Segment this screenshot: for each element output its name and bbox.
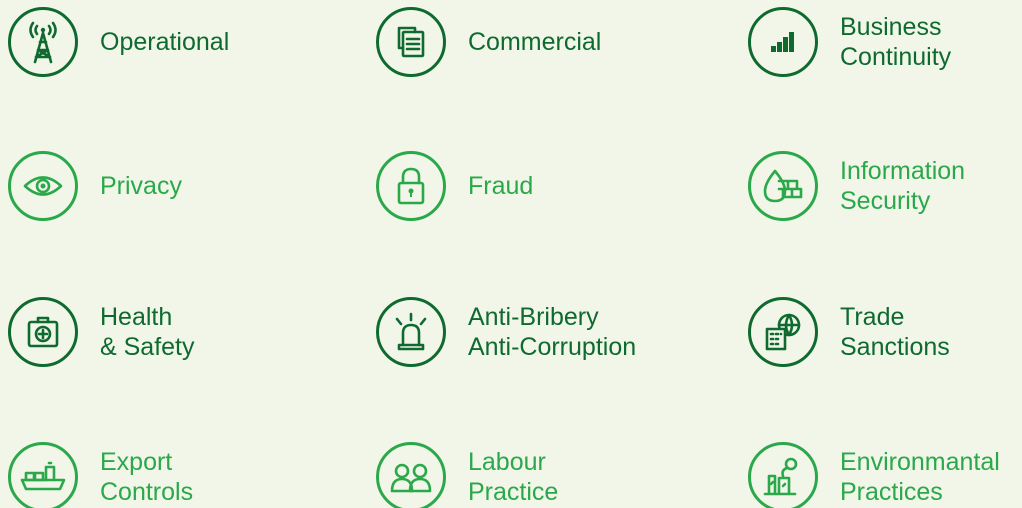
firewall-icon [748,151,818,221]
padlock-icon [376,151,446,221]
category-business-continuity: Business Continuity [748,4,951,80]
alarm-light-icon [376,297,446,367]
signal-bars-icon [748,7,818,77]
category-label: Health & Safety [100,303,195,361]
radio-tower-icon [8,7,78,77]
category-information-security: Information Security [748,148,965,224]
category-label: Trade Sanctions [840,303,950,361]
category-label: Operational [100,28,230,56]
globe-building-icon [748,297,818,367]
category-commercial: Commercial [376,4,601,80]
category-operational: Operational [8,4,229,80]
category-health-safety: Health & Safety [8,294,195,370]
first-aid-kit-icon [8,297,78,367]
category-fraud: Fraud [376,148,533,224]
category-environmental-practices: Environmantal Practices [748,439,1000,508]
eye-icon [8,151,78,221]
cargo-ship-icon [8,442,78,508]
category-label: Commercial [468,28,602,56]
people-icon [376,442,446,508]
documents-icon [376,7,446,77]
category-label: Anti-Bribery Anti-Corruption [468,303,637,361]
category-label: Environmantal Practices [840,448,1000,506]
category-export-controls: Export Controls [8,439,193,508]
category-label: Business Continuity [840,13,952,71]
category-label: Privacy [100,172,182,200]
factory-icon [748,442,818,508]
category-privacy: Privacy [8,148,182,224]
risk-category-grid: Operational Commercial Business Continui… [0,0,1022,508]
category-label: Fraud [468,172,534,200]
category-label: Information Security [840,157,966,215]
category-trade-sanctions: Trade Sanctions [748,294,950,370]
category-label: Export Controls [100,448,194,506]
category-labour-practice: Labour Practice [376,439,558,508]
category-label: Labour Practice [468,448,559,506]
category-anti-bribery: Anti-Bribery Anti-Corruption [376,294,636,370]
